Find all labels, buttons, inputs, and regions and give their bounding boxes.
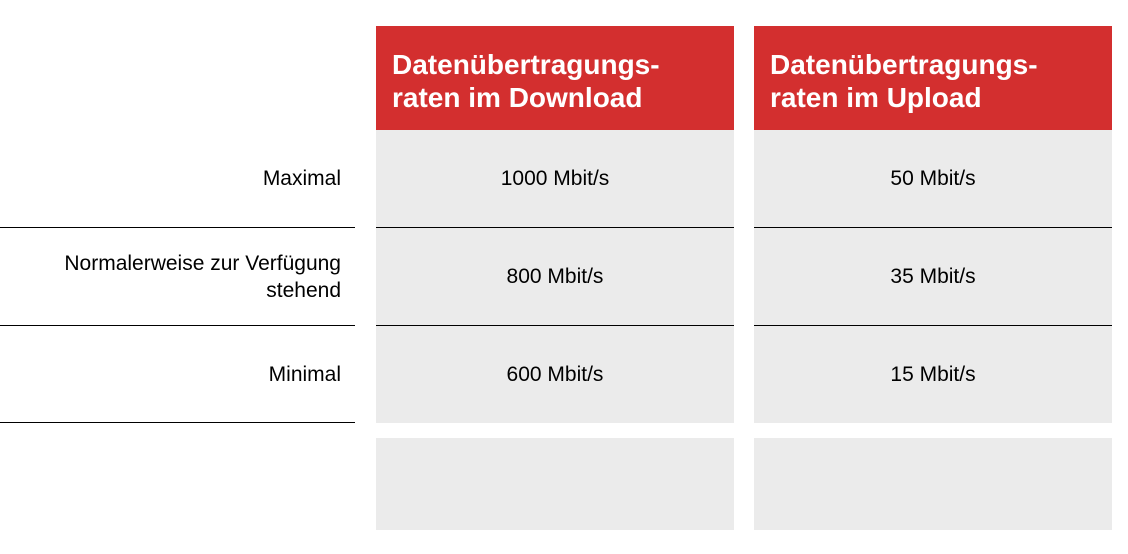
download-header-line-1: Datenübertragungs- (392, 49, 660, 80)
label-divider-3 (0, 422, 355, 423)
download-column-header: Datenübertragungs- raten im Download (376, 26, 734, 130)
upload-column-header: Datenübertragungs- raten im Upload (754, 26, 1112, 130)
download-minimal-cell: 600 Mbit/s (376, 326, 734, 423)
row-label-minimal: Minimal (0, 326, 341, 423)
row-label-text: stehend (266, 278, 341, 302)
upload-maximal-cell: 50 Mbit/s (754, 130, 1112, 227)
upload-minimal-cell: 15 Mbit/s (754, 326, 1112, 423)
row-label-text: Minimal (268, 363, 341, 386)
download-normal-cell: 800 Mbit/s (376, 228, 734, 325)
row-label-maximal: Maximal (0, 130, 341, 227)
download-maximal-cell: 1000 Mbit/s (376, 130, 734, 227)
row-label-text: Maximal (262, 167, 341, 190)
row-label-text: Normalerweise zur Verfügung (64, 251, 341, 275)
download-divider-2 (376, 325, 734, 326)
download-empty-cell (376, 438, 734, 530)
upload-header-line-1: Datenübertragungs- (770, 49, 1038, 80)
row-label-normal: Normalerweise zur Verfügung stehend (0, 228, 341, 325)
upload-normal-cell: 35 Mbit/s (754, 228, 1112, 325)
upload-empty-cell (754, 438, 1112, 530)
upload-header-line-2: raten im Upload (770, 82, 982, 113)
label-divider-2 (0, 325, 355, 326)
download-header-line-2: raten im Download (392, 82, 643, 113)
upload-divider-1 (754, 227, 1112, 228)
download-divider-1 (376, 227, 734, 228)
label-divider-1 (0, 227, 355, 228)
upload-divider-2 (754, 325, 1112, 326)
